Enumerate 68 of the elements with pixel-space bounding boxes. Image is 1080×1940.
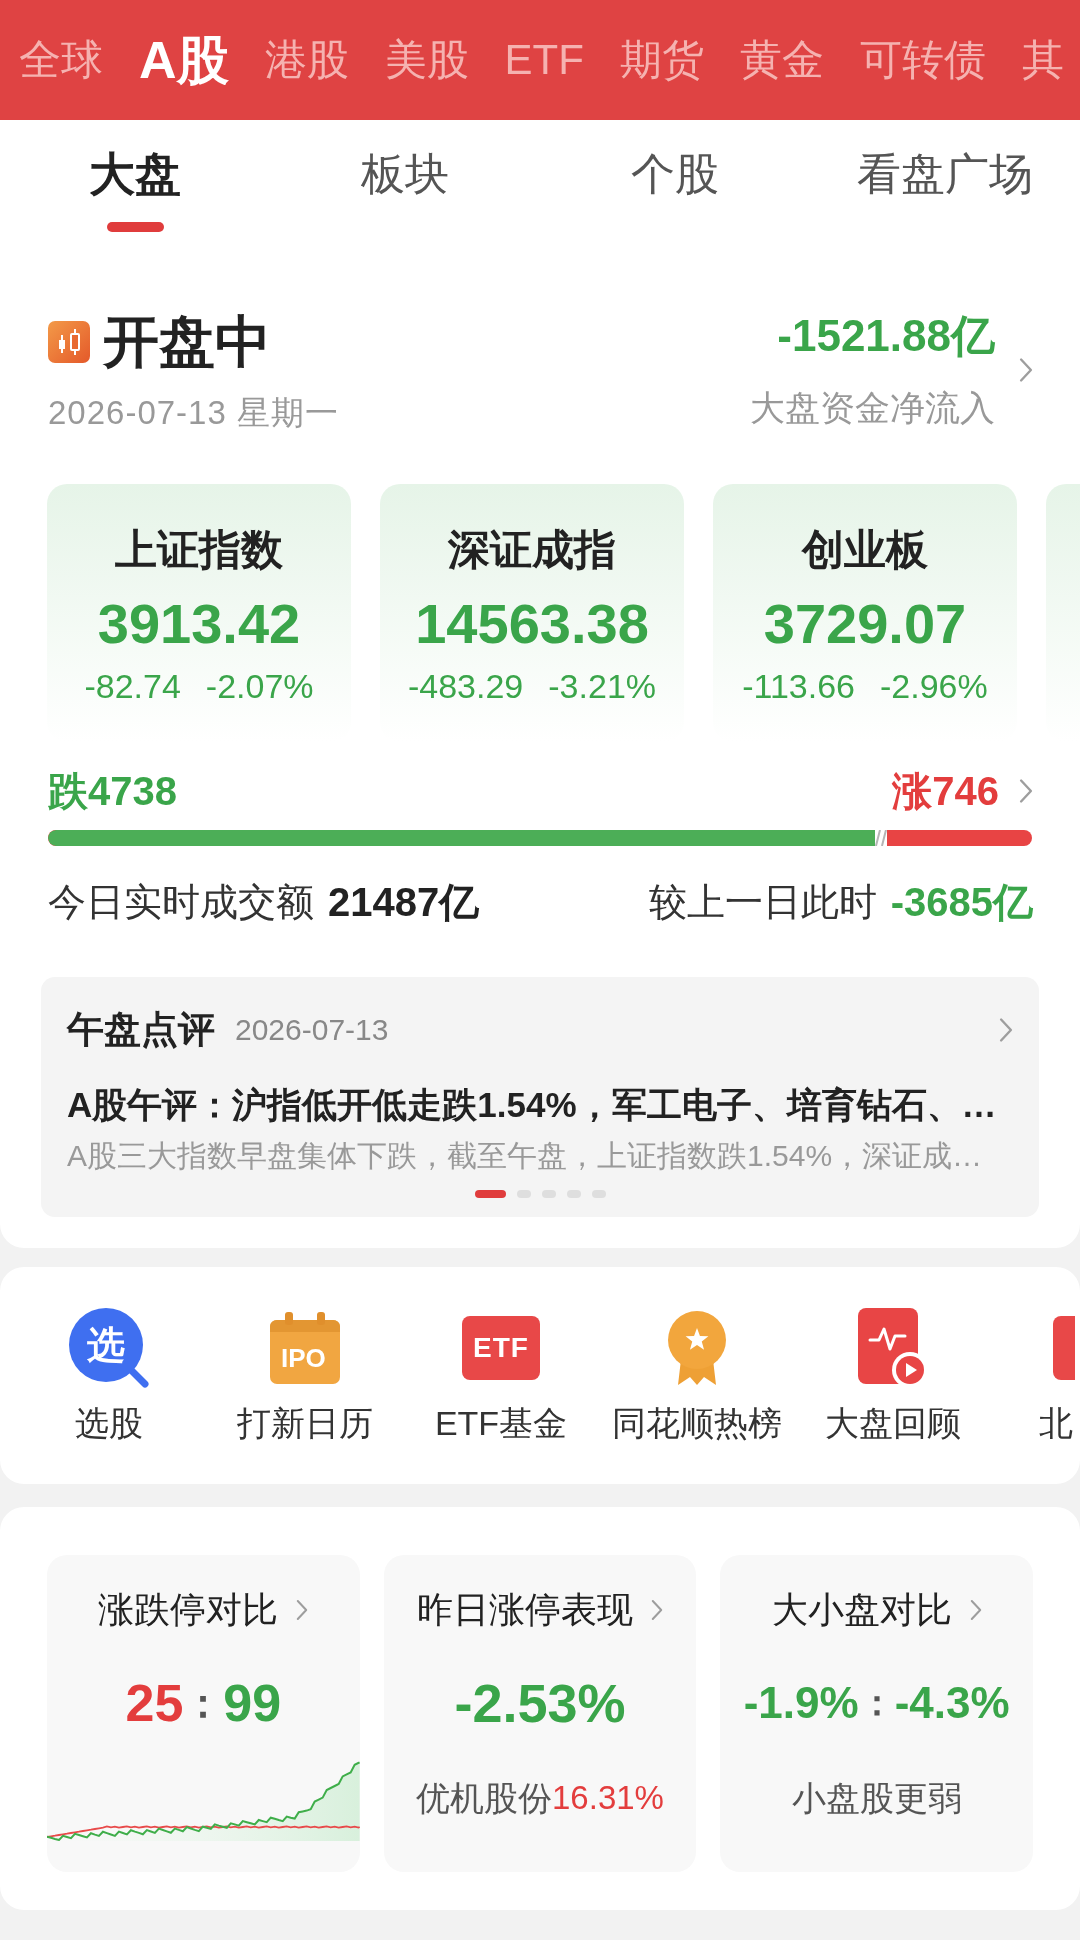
stat-value: -2.53%	[454, 1672, 626, 1735]
stat-note: 小盘股更弱	[791, 1778, 962, 1819]
view-tab[interactable]: 看盘广场	[857, 148, 1033, 200]
ratio-left: -1.9%	[743, 1677, 859, 1729]
shortcut-button[interactable]: 同花顺热榜	[612, 1310, 782, 1443]
commentary-date: 2026-07-13	[235, 1012, 389, 1048]
compare-label: 较上一日此时	[648, 880, 877, 925]
stat-title-link[interactable]: 涨跌停对比	[98, 1588, 309, 1632]
ratio-separator: ：	[183, 1680, 224, 1727]
chevron-right-icon[interactable]	[1019, 356, 1033, 383]
shortcut-button[interactable]: IPO 打新日历	[237, 1310, 373, 1443]
commentary-headline[interactable]: A股午评：沪指低开低走跌1.54%，军工电子、培育钻石、…	[67, 1083, 1013, 1127]
index-change-percent: -3.21%	[548, 666, 657, 706]
stock-change: 16.31%	[552, 1778, 664, 1818]
calendar-icon	[270, 1312, 340, 1384]
medal-star-icon	[666, 1311, 728, 1385]
commentary-summary: A股三大指数早盘集体下跌，截至午盘，上证指数跌1.54%，深证成…	[67, 1138, 984, 1174]
view-tab[interactable]: 大盘	[89, 148, 181, 232]
commentary-title: 午盘点评	[67, 1008, 215, 1052]
index-change-percent: -2.07%	[205, 666, 314, 706]
net-inflow-label: 大盘资金净流入	[750, 388, 995, 428]
shortcut-button[interactable]: 北	[1039, 1310, 1075, 1443]
index-name: 上证指数	[115, 526, 283, 574]
app-tile-icon	[1053, 1316, 1075, 1380]
stat-card[interactable]: 昨日涨停表现 -2.53% 优机股份16.31%	[383, 1555, 697, 1872]
stat-card[interactable]: 大小盘对比 -1.9%：-4.3% 小盘股更弱	[720, 1555, 1033, 1872]
icon-text: 选	[87, 1323, 125, 1367]
icon-text: ETF	[473, 1332, 529, 1364]
stat-card[interactable]: 涨跌停对比 25：99	[47, 1555, 360, 1872]
index-value: 14563.38	[415, 592, 649, 656]
market-tab[interactable]: A股	[139, 30, 229, 90]
ratio-right: -4.3%	[894, 1677, 1010, 1729]
index-change: -82.74	[84, 666, 181, 706]
chevron-right-icon[interactable]	[969, 1599, 982, 1621]
ratio-right: 99	[223, 1673, 282, 1734]
chevron-right-icon[interactable]	[1019, 778, 1033, 804]
commentary-card[interactable]: 午盘点评 2026-07-13 A股午评：沪指低开低走跌1.54%，军工电子、培育钻石、… A股三大指数早盘集体下跌，截至午盘，上证指数跌1.54%，深证成…	[41, 977, 1039, 1217]
ratio-left: 25	[125, 1673, 184, 1734]
index-change-percent: -2.96%	[880, 666, 988, 706]
rising-count: 涨746	[892, 768, 999, 815]
view-tab[interactable]: 个股	[631, 148, 719, 200]
shortcut-button[interactable]: 选 选股	[69, 1310, 149, 1443]
view-tab[interactable]: 板块	[361, 148, 449, 200]
magnifier-icon	[69, 1308, 149, 1388]
stat-title-link[interactable]: 大小盘对比	[771, 1588, 982, 1632]
index-name: 深证成指	[448, 526, 616, 574]
falling-count: 跌4738	[48, 768, 177, 815]
turnover-label: 今日实时成交额	[48, 880, 314, 925]
candlestick-icon	[48, 321, 90, 363]
index-name: 创业板	[802, 526, 928, 574]
icon-text: IPO	[281, 1343, 326, 1373]
chevron-right-icon[interactable]	[999, 1017, 1013, 1043]
index-value: 3913.42	[97, 592, 301, 656]
stat-title-link[interactable]: 昨日涨停表现	[417, 1588, 663, 1632]
shortcut-button[interactable]: ETF ETF基金	[434, 1310, 568, 1443]
shortcut-button[interactable]: 大盘回顾	[825, 1310, 961, 1443]
chevron-right-icon[interactable]	[651, 1599, 663, 1621]
compare-value: -3685亿	[890, 879, 1033, 925]
market-status-title: 开盘中	[103, 310, 271, 374]
market-date: 2026-07-13 星期一	[48, 393, 339, 433]
stock-name: 优机股份	[416, 1778, 552, 1819]
turnover-value: 21487亿	[328, 879, 480, 925]
chevron-right-icon[interactable]	[296, 1599, 309, 1621]
ratio-separator: ：	[858, 1681, 895, 1725]
net-inflow-value: -1521.88亿	[777, 311, 995, 361]
index-change: -483.29	[407, 666, 524, 706]
index-value: 3729.07	[763, 592, 967, 656]
index-change: -113.66	[742, 666, 856, 706]
